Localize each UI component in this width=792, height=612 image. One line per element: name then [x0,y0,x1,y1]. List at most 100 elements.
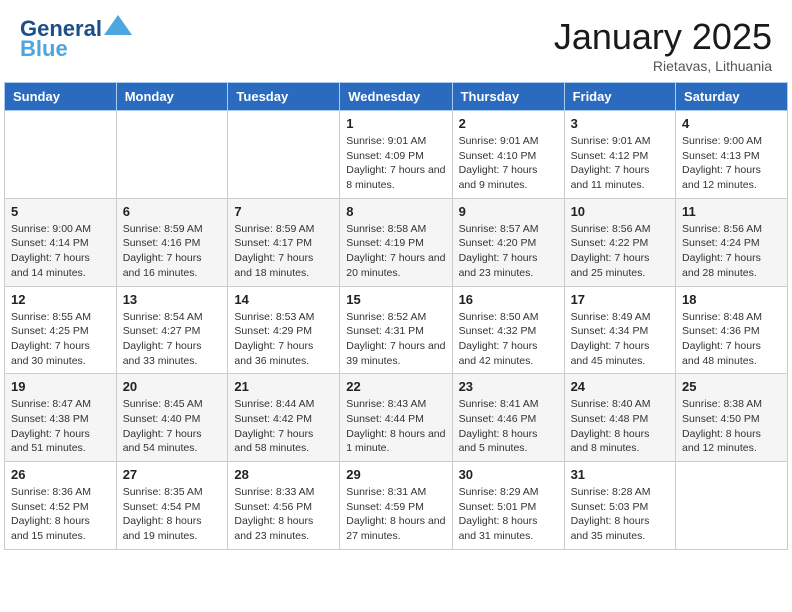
calendar-cell: 12 Sunrise: 8:55 AM Sunset: 4:25 PM Dayli… [5,286,117,374]
calendar-cell [5,111,117,199]
calendar-cell: 17 Sunrise: 8:49 AM Sunset: 4:34 PM Dayli… [564,286,675,374]
day-info: Sunrise: 8:54 AM Sunset: 4:27 PM Dayligh… [123,310,222,369]
calendar-cell: 7 Sunrise: 8:59 AM Sunset: 4:17 PM Daylig… [228,198,340,286]
day-number: 12 [11,292,110,307]
day-number: 11 [682,204,781,219]
day-number: 8 [346,204,445,219]
day-info: Sunrise: 9:00 AM Sunset: 4:13 PM Dayligh… [682,134,781,193]
day-number: 20 [123,379,222,394]
calendar-cell: 18Sunrise: 8:48 AM Sunset: 4:36 PM Dayli… [676,286,788,374]
day-number: 17 [571,292,669,307]
day-info: Sunrise: 8:38 AM Sunset: 4:50 PM Dayligh… [682,397,781,456]
calendar-cell [228,111,340,199]
day-number: 19 [11,379,110,394]
day-info: Sunrise: 8:48 AM Sunset: 4:36 PM Dayligh… [682,310,781,369]
day-info: Sunrise: 8:41 AM Sunset: 4:46 PM Dayligh… [459,397,558,456]
calendar-cell [116,111,228,199]
day-info: Sunrise: 8:45 AM Sunset: 4:40 PM Dayligh… [123,397,222,456]
weekday-header-saturday: Saturday [676,83,788,111]
day-info: Sunrise: 9:01 AM Sunset: 4:10 PM Dayligh… [459,134,558,193]
calendar-cell: 31 Sunrise: 8:28 AM Sunset: 5:03 PM Dayli… [564,462,675,550]
day-info: Sunrise: 9:01 AM Sunset: 4:12 PM Dayligh… [571,134,669,193]
calendar-week-5: 26 Sunrise: 8:36 AM Sunset: 4:52 PM Dayli… [5,462,788,550]
calendar-cell: 6 Sunrise: 8:59 AM Sunset: 4:16 PM Daylig… [116,198,228,286]
day-number: 22 [346,379,445,394]
calendar-cell: 27Sunrise: 8:35 AM Sunset: 4:54 PM Dayli… [116,462,228,550]
day-number: 28 [234,467,333,482]
day-info: Sunrise: 8:28 AM Sunset: 5:03 PM Dayligh… [571,485,669,544]
calendar-week-2: 5Sunrise: 9:00 AM Sunset: 4:14 PM Daylig… [5,198,788,286]
calendar-cell: 21 Sunrise: 8:44 AM Sunset: 4:42 PM Dayli… [228,374,340,462]
weekday-header-friday: Friday [564,83,675,111]
calendar-cell: 3 Sunrise: 9:01 AM Sunset: 4:12 PM Daylig… [564,111,675,199]
calendar-cell: 20 Sunrise: 8:45 AM Sunset: 4:40 PM Dayli… [116,374,228,462]
weekday-header-tuesday: Tuesday [228,83,340,111]
day-info: Sunrise: 8:58 AM Sunset: 4:19 PM Dayligh… [346,222,445,281]
calendar-cell: 19Sunrise: 8:47 AM Sunset: 4:38 PM Dayli… [5,374,117,462]
day-number: 15 [346,292,445,307]
calendar-cell: 8 Sunrise: 8:58 AM Sunset: 4:19 PM Daylig… [340,198,452,286]
calendar-cell: 9 Sunrise: 8:57 AM Sunset: 4:20 PM Daylig… [452,198,564,286]
calendar-cell: 26 Sunrise: 8:36 AM Sunset: 4:52 PM Dayli… [5,462,117,550]
calendar-table: SundayMondayTuesdayWednesdayThursdayFrid… [4,82,788,550]
day-number: 6 [123,204,222,219]
calendar-cell: 28 Sunrise: 8:33 AM Sunset: 4:56 PM Dayli… [228,462,340,550]
day-info: Sunrise: 9:00 AM Sunset: 4:14 PM Dayligh… [11,222,110,281]
day-number: 4 [682,116,781,131]
calendar-week-1: 1 Sunrise: 9:01 AM Sunset: 4:09 PM Daylig… [5,111,788,199]
day-info: Sunrise: 8:33 AM Sunset: 4:56 PM Dayligh… [234,485,333,544]
calendar-week-3: 12 Sunrise: 8:55 AM Sunset: 4:25 PM Dayli… [5,286,788,374]
day-info: Sunrise: 8:35 AM Sunset: 4:54 PM Dayligh… [123,485,222,544]
calendar-cell: 23 Sunrise: 8:41 AM Sunset: 4:46 PM Dayli… [452,374,564,462]
day-number: 16 [459,292,558,307]
day-info: Sunrise: 8:55 AM Sunset: 4:25 PM Dayligh… [11,310,110,369]
calendar-cell: 13 Sunrise: 8:54 AM Sunset: 4:27 PM Dayli… [116,286,228,374]
day-info: Sunrise: 8:44 AM Sunset: 4:42 PM Dayligh… [234,397,333,456]
day-info: Sunrise: 8:43 AM Sunset: 4:44 PM Dayligh… [346,397,445,456]
day-info: Sunrise: 8:57 AM Sunset: 4:20 PM Dayligh… [459,222,558,281]
weekday-header-wednesday: Wednesday [340,83,452,111]
calendar-cell: 30Sunrise: 8:29 AM Sunset: 5:01 PM Dayli… [452,462,564,550]
calendar-cell: 25 Sunrise: 8:38 AM Sunset: 4:50 PM Dayli… [676,374,788,462]
day-info: Sunrise: 8:53 AM Sunset: 4:29 PM Dayligh… [234,310,333,369]
day-number: 21 [234,379,333,394]
day-info: Sunrise: 8:29 AM Sunset: 5:01 PM Dayligh… [459,485,558,544]
day-info: Sunrise: 9:01 AM Sunset: 4:09 PM Dayligh… [346,134,445,193]
day-number: 3 [571,116,669,131]
calendar-cell: 22 Sunrise: 8:43 AM Sunset: 4:44 PM Dayli… [340,374,452,462]
logo-icon [104,15,132,35]
day-info: Sunrise: 8:36 AM Sunset: 4:52 PM Dayligh… [11,485,110,544]
day-number: 31 [571,467,669,482]
calendar-cell: 24Sunrise: 8:40 AM Sunset: 4:48 PM Dayli… [564,374,675,462]
calendar-cell [676,462,788,550]
day-info: Sunrise: 8:56 AM Sunset: 4:22 PM Dayligh… [571,222,669,281]
day-number: 7 [234,204,333,219]
day-info: Sunrise: 8:50 AM Sunset: 4:32 PM Dayligh… [459,310,558,369]
day-number: 25 [682,379,781,394]
calendar-cell: 10 Sunrise: 8:56 AM Sunset: 4:22 PM Dayli… [564,198,675,286]
day-info: Sunrise: 8:52 AM Sunset: 4:31 PM Dayligh… [346,310,445,369]
calendar-cell: 11Sunrise: 8:56 AM Sunset: 4:24 PM Dayli… [676,198,788,286]
weekday-header-thursday: Thursday [452,83,564,111]
day-number: 13 [123,292,222,307]
title-block: January 2025 Rietavas, Lithuania [554,16,772,74]
calendar-cell: 15 Sunrise: 8:52 AM Sunset: 4:31 PM Dayli… [340,286,452,374]
day-number: 1 [346,116,445,131]
calendar-cell: 14Sunrise: 8:53 AM Sunset: 4:29 PM Dayli… [228,286,340,374]
day-number: 23 [459,379,558,394]
calendar-week-4: 19Sunrise: 8:47 AM Sunset: 4:38 PM Dayli… [5,374,788,462]
day-number: 10 [571,204,669,219]
day-number: 9 [459,204,558,219]
day-number: 26 [11,467,110,482]
calendar-cell: 5Sunrise: 9:00 AM Sunset: 4:14 PM Daylig… [5,198,117,286]
page-header: General Blue January 2025 Rietavas, Lith… [0,0,792,82]
weekday-header-sunday: Sunday [5,83,117,111]
logo-blue: Blue [20,36,68,62]
day-number: 2 [459,116,558,131]
logo: General Blue [20,16,132,62]
calendar-cell: 1 Sunrise: 9:01 AM Sunset: 4:09 PM Daylig… [340,111,452,199]
day-info: Sunrise: 8:49 AM Sunset: 4:34 PM Dayligh… [571,310,669,369]
day-info: Sunrise: 8:59 AM Sunset: 4:17 PM Dayligh… [234,222,333,281]
day-info: Sunrise: 8:59 AM Sunset: 4:16 PM Dayligh… [123,222,222,281]
weekday-header-monday: Monday [116,83,228,111]
